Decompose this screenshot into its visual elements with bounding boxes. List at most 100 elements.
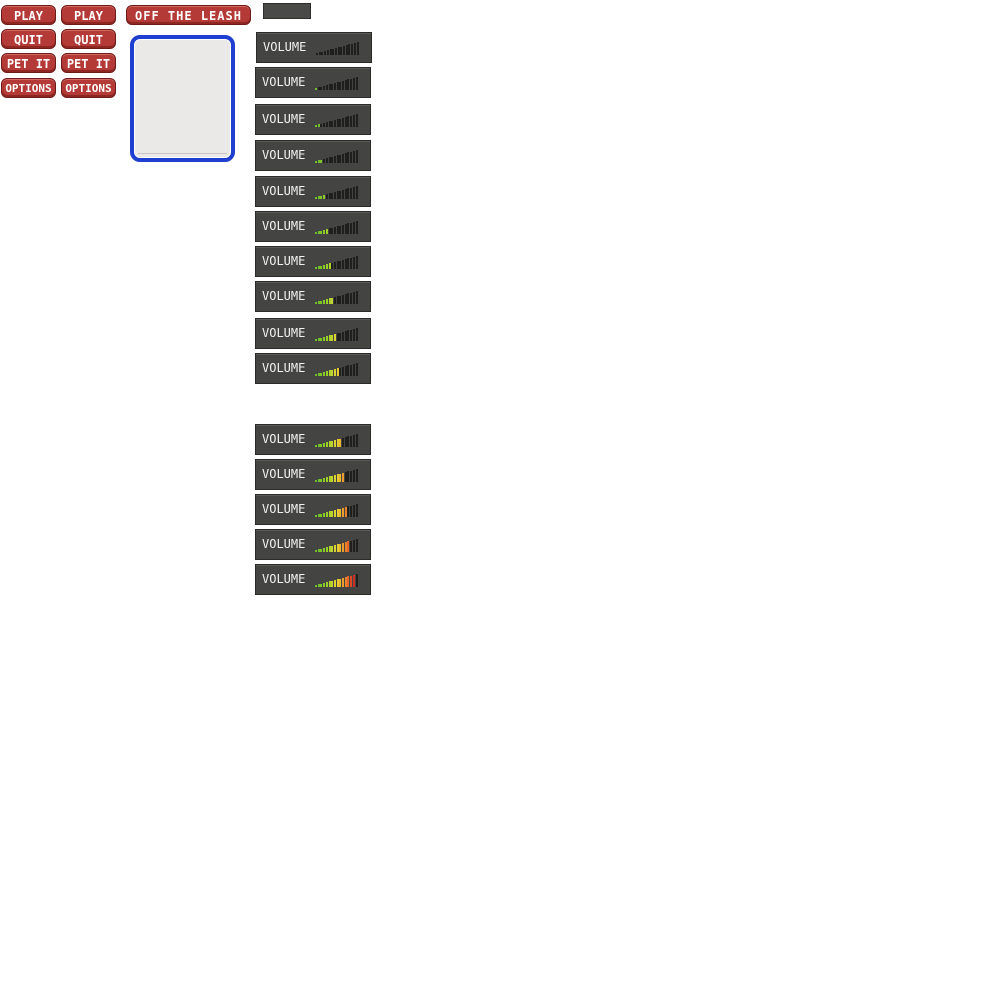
volume-segment (342, 543, 344, 552)
volume-segment (350, 188, 353, 199)
volume-meter (315, 534, 359, 552)
volume-meter (315, 251, 359, 269)
volume-segment (320, 160, 323, 163)
volume-segment (325, 512, 328, 517)
volume-segment (317, 266, 320, 269)
volume-segment (352, 151, 355, 163)
volume-segment (352, 115, 355, 127)
options-button-alt[interactable]: OPTIONS (61, 78, 116, 98)
volume-segment (336, 333, 339, 341)
volume-segment (331, 546, 334, 552)
volume-segment (344, 542, 347, 552)
volume-segment (355, 186, 358, 199)
volume-meter (315, 72, 359, 90)
volume-segment (342, 473, 344, 482)
volume-control[interactable]: VOLUME (255, 67, 371, 98)
volume-segment (315, 445, 317, 447)
volume-segment (344, 366, 347, 376)
volume-segment (352, 187, 355, 199)
volume-control[interactable]: VOLUME (255, 424, 371, 455)
volume-control[interactable]: VOLUME (255, 140, 371, 171)
menu-frame-panel (130, 35, 235, 162)
volume-segment (352, 292, 355, 304)
volume-control[interactable]: VOLUME (255, 211, 371, 242)
volume-segment (325, 547, 328, 552)
volume-segment (336, 368, 339, 376)
volume-control[interactable]: VOLUME (255, 318, 371, 349)
volume-segment (347, 152, 350, 163)
volume-segment (350, 152, 353, 163)
volume-segment (333, 440, 336, 447)
volume-segment (355, 363, 358, 376)
volume-segment (339, 155, 342, 163)
volume-segment (331, 121, 334, 127)
volume-segment (350, 116, 353, 127)
volume-segment (336, 439, 339, 447)
volume-segment (331, 228, 334, 234)
volume-segment (355, 328, 358, 341)
volume-control[interactable]: VOLUME (255, 494, 371, 525)
volume-segment (325, 336, 328, 341)
volume-segment (323, 583, 326, 587)
volume-segment (344, 80, 347, 90)
volume-segment (326, 50, 329, 55)
pet-it-button[interactable]: PET IT (1, 53, 56, 73)
volume-segment (350, 541, 353, 552)
volume-segment (317, 231, 320, 234)
volume-segment (331, 335, 334, 341)
play-button[interactable]: PLAY (1, 5, 56, 25)
volume-segment (331, 84, 334, 90)
volume-segment (336, 474, 339, 482)
volume-segment (344, 437, 347, 447)
volume-segment (348, 44, 351, 55)
volume-segment (347, 330, 350, 341)
volume-segment (331, 476, 334, 482)
volume-segment (339, 261, 342, 269)
volume-control[interactable]: VOLUME (256, 32, 372, 63)
volume-segment (331, 298, 334, 304)
volume-segment (317, 87, 320, 90)
quit-button[interactable]: QUIT (1, 29, 56, 49)
volume-segment (317, 301, 320, 304)
quit-button-alt[interactable]: QUIT (61, 29, 116, 49)
volume-segment (325, 158, 328, 163)
volume-segment (317, 514, 320, 517)
volume-control[interactable]: VOLUME (255, 246, 371, 277)
volume-control[interactable]: VOLUME (255, 564, 371, 595)
volume-segment (328, 84, 331, 90)
volume-segment (317, 549, 320, 552)
volume-segment (325, 442, 328, 447)
volume-control[interactable]: VOLUME (255, 459, 371, 490)
volume-segment (342, 367, 344, 376)
volume-segment (355, 469, 358, 482)
volume-label: VOLUME (262, 148, 306, 162)
off-the-leash-button[interactable]: OFF THE LEASH (126, 5, 251, 25)
volume-segment (345, 45, 348, 55)
volume-control[interactable]: VOLUME (255, 176, 371, 207)
volume-control[interactable]: VOLUME (255, 281, 371, 312)
volume-segment (344, 294, 347, 304)
volume-control[interactable]: VOLUME (255, 529, 371, 560)
volume-label: VOLUME (262, 537, 306, 551)
volume-segment (347, 541, 350, 552)
volume-segment (355, 221, 358, 234)
volume-segment (325, 299, 328, 304)
volume-segment (355, 77, 358, 90)
volume-segment (317, 160, 320, 163)
volume-label: VOLUME (262, 502, 306, 516)
volume-segment (320, 266, 323, 269)
volume-control[interactable]: VOLUME (255, 104, 371, 135)
volume-segment (347, 258, 350, 269)
volume-segment (328, 298, 331, 304)
pet-it-button-alt[interactable]: PET IT (61, 53, 116, 73)
volume-segment (325, 264, 328, 269)
volume-control[interactable]: VOLUME (255, 353, 371, 384)
volume-segment (315, 515, 317, 517)
play-button-alt[interactable]: PLAY (61, 5, 116, 25)
volume-segment (350, 471, 353, 482)
volume-segment (333, 475, 336, 482)
volume-segment (325, 194, 328, 199)
volume-segment (323, 513, 326, 517)
options-button[interactable]: OPTIONS (1, 78, 56, 98)
volume-segment (328, 370, 331, 376)
